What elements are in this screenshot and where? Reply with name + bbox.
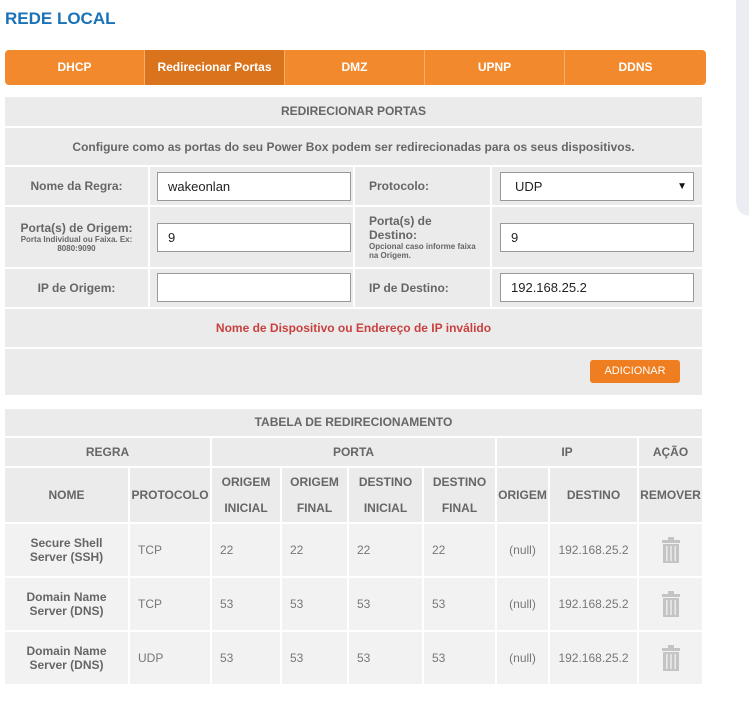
tab-upnp[interactable]: UPNP [425,50,565,85]
origin-ports-cell: 9 [150,207,355,267]
group-header-port: PORTA [212,438,495,466]
form-title: REDIRECIONAR PORTAS [280,104,427,118]
row-ip-origin: (null) [497,578,548,630]
row-origin-end: 53 [282,578,347,630]
form-row-rule: Nome da Regra: wakeonlan Protocolo: UDP … [5,165,702,205]
row-origin-end: 22 [282,524,347,576]
add-button[interactable]: ADICIONAR [590,360,680,383]
tab-bar: DHCP Redirecionar Portas DMZ UPNP DDNS [5,50,706,85]
rule-name-label-cell: Nome da Regra: [5,167,150,205]
tab-dhcp[interactable]: DHCP [5,50,145,85]
table-group-header: REGRA PORTA IP AÇÃO [5,436,702,466]
dest-ports-cell: 9 [492,207,702,267]
col-header-ip-dest: DESTINO [550,468,637,522]
protocol-select[interactable]: UDP ▼ [500,172,694,201]
dest-ip-cell: 192.168.25.2 [492,269,702,307]
form-description: Configure como as portas do seu Power Bo… [5,126,702,165]
group-header-action: AÇÃO [639,438,702,466]
row-protocol: UDP [130,632,210,684]
page-title: REDE LOCAL [5,9,116,28]
group-header-ip: IP [497,438,637,466]
row-dest-end: 22 [424,524,495,576]
row-protocol: TCP [130,524,210,576]
row-origin-end: 53 [282,632,347,684]
trash-icon[interactable] [661,537,681,563]
col-header-origin-start: ORIGEM INICIAL [212,468,280,522]
origin-ip-label-cell: IP de Origem: [5,269,150,307]
dest-ports-label-cell: Porta(s) de Destino: Opcional caso infor… [355,207,492,267]
rule-name-label: Nome da Regra: [30,179,123,193]
row-ip-dest: 192.168.25.2 [550,524,637,576]
col-header-dest-start: DESTINO INICIAL [349,468,422,522]
form-row-ip: IP de Origem: IP de Destino: 192.168.25.… [5,267,702,307]
row-remove-cell [639,524,702,576]
row-dest-start: 22 [349,524,422,576]
error-message: Nome de Dispositivo ou Endereço de IP in… [5,307,702,347]
side-panel [736,0,749,216]
row-name: Secure Shell Server (SSH) [5,524,128,576]
protocol-label: Protocolo: [369,179,429,193]
origin-ip-input[interactable] [157,273,351,302]
row-ip-origin: (null) [497,524,548,576]
table-row: Domain Name Server (DNS) TCP 53 53 53 53… [5,576,702,630]
tab-redirecionar-portas[interactable]: Redirecionar Portas [145,50,285,85]
chevron-down-icon: ▼ [677,181,687,192]
col-header-origin-end: ORIGEM FINAL [282,468,347,522]
port-forward-form: REDIRECIONAR PORTAS Configure como as po… [5,97,702,395]
origin-ip-label: IP de Origem: [37,281,116,295]
row-name: Domain Name Server (DNS) [5,578,128,630]
col-header-remove: REMOVER [639,468,702,522]
protocol-cell: UDP ▼ [492,167,702,205]
origin-ports-hint: Porta Individual ou Faixa. Ex: 8080:9090 [20,235,133,253]
row-ip-origin: (null) [497,632,548,684]
row-dest-end: 53 [424,632,495,684]
row-origin-start: 53 [212,578,280,630]
table-row: Secure Shell Server (SSH) TCP 22 22 22 2… [5,522,702,576]
dest-ports-input[interactable]: 9 [500,223,694,252]
row-remove-cell [639,632,702,684]
dest-ports-label: Porta(s) de Destino: [369,214,432,242]
protocol-select-value: UDP [515,179,543,194]
origin-ports-input[interactable]: 9 [157,223,351,252]
col-header-name: NOME [5,468,128,522]
row-dest-start: 53 [349,632,422,684]
col-header-ip-origin: ORIGEM [497,468,548,522]
row-dest-end: 53 [424,578,495,630]
dest-ip-label-cell: IP de Destino: [355,269,492,307]
row-protocol: TCP [130,578,210,630]
rule-name-input[interactable]: wakeonlan [157,172,351,201]
row-origin-start: 22 [212,524,280,576]
group-header-rule: REGRA [5,438,210,466]
table-row: Domain Name Server (DNS) UDP 53 53 53 53… [5,630,702,684]
row-ip-dest: 192.168.25.2 [550,632,637,684]
trash-icon[interactable] [661,645,681,671]
dest-ip-label: IP de Destino: [369,281,449,295]
forwarding-table: TABELA DE REDIRECIONAMENTO REGRA PORTA I… [5,409,702,684]
table-title: TABELA DE REDIRECIONAMENTO [5,409,702,436]
row-origin-start: 53 [212,632,280,684]
rule-name-cell: wakeonlan [150,167,355,205]
tab-ddns[interactable]: DDNS [565,50,706,85]
origin-ports-label: Porta(s) de Origem: [20,221,133,235]
form-row-ports: Porta(s) de Origem: Porta Individual ou … [5,205,702,267]
tab-dmz[interactable]: DMZ [285,50,425,85]
origin-ip-cell [150,269,355,307]
row-ip-dest: 192.168.25.2 [550,578,637,630]
dest-ports-hint: Opcional caso informe faixa na Origem. [369,242,476,260]
dest-ip-input[interactable]: 192.168.25.2 [500,273,694,302]
origin-ports-label-cell: Porta(s) de Origem: Porta Individual ou … [5,207,150,267]
trash-icon[interactable] [661,591,681,617]
row-name: Domain Name Server (DNS) [5,632,128,684]
table-column-header: NOME PROTOCOLO ORIGEM INICIAL ORIGEM FIN… [5,466,702,522]
row-remove-cell [639,578,702,630]
row-dest-start: 53 [349,578,422,630]
col-header-dest-end: DESTINO FINAL [424,468,495,522]
protocol-label-cell: Protocolo: [355,167,492,205]
col-header-protocol: PROTOCOLO [130,468,210,522]
